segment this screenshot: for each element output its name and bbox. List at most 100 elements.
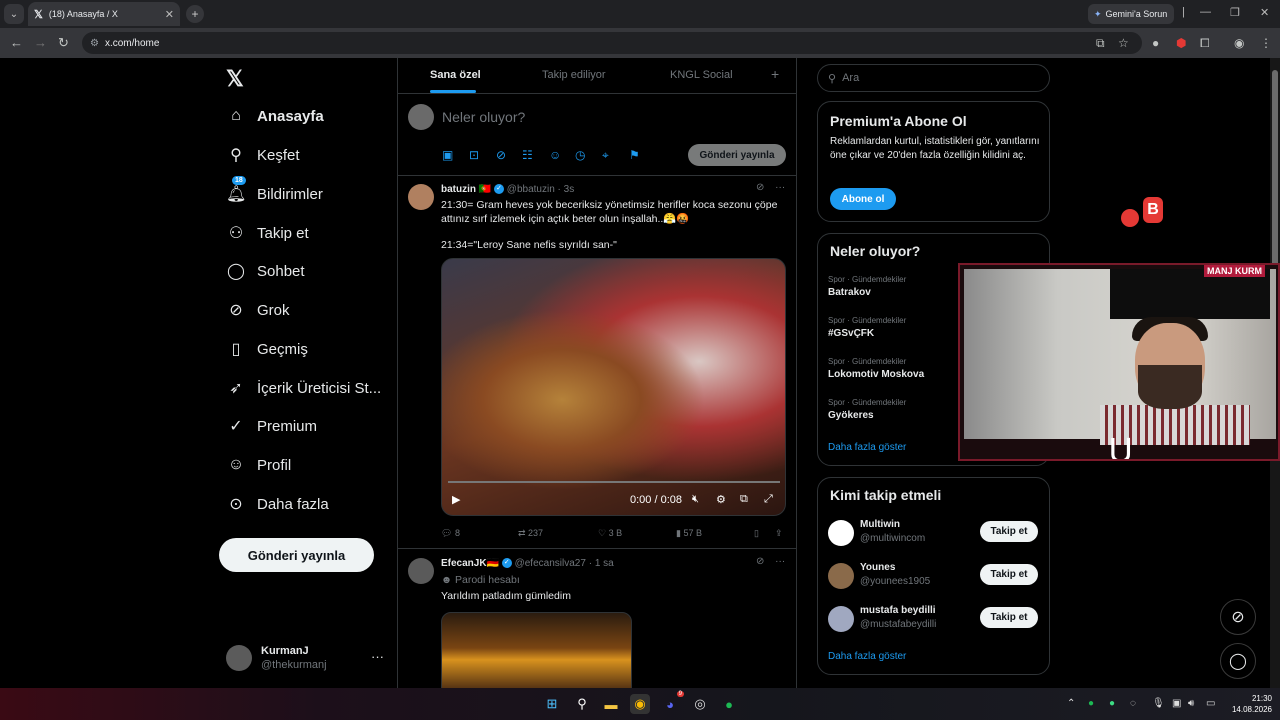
follow-avatar[interactable] — [828, 606, 854, 632]
x-logo-icon[interactable]: 𝕏 — [226, 66, 244, 92]
battery-icon[interactable]: ▭ — [1206, 698, 1215, 709]
tweet-avatar[interactable] — [408, 184, 434, 210]
forward-icon[interactable]: → — [34, 35, 47, 50]
schedule-icon[interactable]: ◷ — [575, 148, 585, 162]
grok-explain-icon[interactable]: ⊘ — [756, 556, 764, 567]
install-app-icon[interactable]: ⧉ — [1096, 36, 1105, 51]
compose-submit-button[interactable]: Gönderi yayınla — [688, 144, 786, 166]
search-input[interactable]: ⚲ Ara — [817, 64, 1050, 92]
tweet-author-handle[interactable]: @bbatuzin — [507, 184, 555, 195]
back-icon[interactable]: ← — [10, 35, 23, 50]
flag-icon[interactable]: ⚑ — [629, 148, 640, 162]
follow-name[interactable]: Multiwin — [860, 519, 900, 530]
close-tab-icon[interactable]: ✕ — [165, 8, 174, 21]
nav-grok[interactable]: ⊘ Grok — [226, 295, 289, 325]
account-switcher[interactable]: KurmanJ @thekurmanj ··· — [226, 643, 386, 673]
microphone-icon[interactable]: 🎙︎ — [1152, 698, 1165, 709]
follow-name[interactable]: Younes — [860, 562, 895, 573]
add-tab-icon[interactable]: + — [771, 66, 779, 82]
settings-icon[interactable]: ⚙ — [716, 493, 726, 506]
chrome-icon[interactable]: ◉ — [630, 694, 650, 714]
extension-icon[interactable]: ● — [1152, 36, 1159, 50]
browser-tab[interactable]: 𝕏 (18) Anasayfa / X ✕ — [28, 2, 180, 26]
subscribe-button[interactable]: Abone ol — [830, 188, 896, 210]
tab-following[interactable]: Takip ediliyor — [542, 69, 606, 81]
extensions-puzzle-icon[interactable]: ⧠ — [1200, 36, 1210, 51]
adblock-extension-icon[interactable]: ⬢ — [1176, 36, 1186, 50]
account-more-icon[interactable]: ··· — [371, 649, 384, 664]
file-explorer-icon[interactable]: ▬ — [601, 694, 621, 714]
maximize-icon[interactable]: ❐ — [1230, 6, 1240, 19]
pip-icon[interactable]: ⧉ — [740, 493, 748, 506]
taskbar-search-icon[interactable]: ⚲ — [572, 694, 592, 714]
follow-suggestion[interactable]: Multiwin @multiwincom Takip et — [828, 518, 1040, 548]
tweet-image[interactable] — [441, 612, 632, 688]
tab-kngl-social[interactable]: KNGL Social — [670, 69, 733, 81]
network-icon[interactable]: ▣ — [1172, 698, 1181, 709]
tab-search-button[interactable]: ⌄ — [4, 4, 24, 24]
repost-button[interactable]: ⇄ 237 — [518, 528, 543, 539]
tray-spotify-icon[interactable]: ● — [1088, 698, 1094, 709]
tweet-avatar[interactable] — [408, 558, 434, 584]
follow-avatar[interactable] — [828, 563, 854, 589]
messages-floating-button[interactable]: ◯ — [1220, 643, 1256, 679]
tweet-time[interactable]: 3s — [564, 184, 575, 195]
play-icon[interactable]: ▶ — [452, 493, 460, 506]
tweet-more-icon[interactable]: ··· — [775, 182, 785, 193]
nav-notifications[interactable]: 🔔︎ 18 Bildirimler — [226, 176, 323, 209]
tweet-author-handle[interactable]: @efecansilva27 — [515, 558, 586, 569]
nav-profile[interactable]: ☺ Profil — [226, 450, 291, 480]
nav-follow[interactable]: ⚇ Takip et — [226, 218, 309, 248]
tweet-time[interactable]: 1 sa — [595, 558, 614, 569]
bookmark-tweet-icon[interactable]: ▯ — [754, 528, 759, 539]
obs-icon[interactable]: ◎ — [690, 694, 710, 714]
tweet-author-name[interactable]: batuzin — [441, 184, 476, 195]
fullscreen-icon[interactable]: ⤢ — [764, 493, 773, 506]
follow-suggestion[interactable]: mustafa beydilli @mustafabeydilli Takip … — [828, 604, 1040, 634]
gemini-button[interactable]: ✦ Gemini'a Sorun — [1088, 4, 1174, 24]
bookmark-star-icon[interactable]: ☆ — [1118, 36, 1129, 50]
reply-button[interactable]: 💬︎ 8 — [441, 528, 460, 539]
follow-name[interactable]: mustafa beydilli — [860, 605, 936, 616]
location-icon[interactable]: ⌖ — [602, 148, 609, 163]
tweet[interactable]: batuzin 🇵🇹 ✓ @bbatuzin · 3s ⊘ ··· 21:30=… — [398, 176, 796, 549]
spotify-icon[interactable]: ● — [719, 694, 739, 714]
discord-icon[interactable]: ◕ 9 — [660, 691, 684, 714]
tray-steam-icon[interactable]: ◌ — [1130, 698, 1136, 709]
share-icon[interactable]: ⇪ — [775, 528, 783, 539]
grok-explain-icon[interactable]: ⊘ — [756, 182, 764, 193]
nav-premium[interactable]: ✓ Premium — [226, 411, 317, 441]
tweet-more-icon[interactable]: ··· — [775, 556, 785, 567]
trends-show-more[interactable]: Daha fazla göster — [828, 442, 906, 453]
grok-floating-button[interactable]: ⊘ — [1220, 599, 1256, 635]
poll-icon[interactable]: ☷ — [522, 148, 533, 162]
close-window-icon[interactable]: ✕ — [1260, 6, 1269, 19]
tweet-video[interactable]: ▶ 0:00 / 0:08 🔇︎ ⚙ ⧉ ⤢ — [441, 258, 786, 516]
follow-suggestion[interactable]: Younes @younees1905 Takip et — [828, 561, 1040, 591]
volume-icon[interactable]: 🔊︎ — [1188, 698, 1194, 709]
nav-chat[interactable]: ◯ Sohbet — [226, 256, 305, 286]
new-tab-button[interactable]: + — [186, 5, 204, 23]
tray-app-icon[interactable]: ● — [1109, 698, 1115, 709]
follow-button[interactable]: Takip et — [980, 607, 1038, 628]
post-button[interactable]: Gönderi yayınla — [219, 538, 374, 572]
url-field[interactable]: ⚙ x.com/home — [82, 32, 1142, 54]
tray-overflow-icon[interactable]: ⌃ — [1067, 698, 1075, 709]
nav-creator-studio[interactable]: ➶ İçerik Üreticisi St... — [226, 373, 381, 403]
image-icon[interactable]: ▣ — [442, 148, 453, 162]
nav-history[interactable]: ▯ Geçmiş — [226, 334, 308, 364]
tab-for-you[interactable]: Sana özel — [430, 69, 481, 81]
start-icon[interactable]: ⊞ — [542, 694, 562, 714]
follow-avatar[interactable] — [828, 520, 854, 546]
compose-input[interactable]: Neler oluyor? — [442, 109, 525, 125]
reload-icon[interactable]: ↻ — [58, 35, 69, 51]
gif-icon[interactable]: ⊡ — [469, 148, 479, 162]
views-button[interactable]: ▮ 57 B — [676, 528, 702, 539]
emoji-icon[interactable]: ☺ — [549, 148, 561, 162]
site-info-icon[interactable]: ⚙ — [90, 38, 99, 49]
video-progress-bar[interactable] — [448, 481, 780, 483]
profile-avatar-icon[interactable]: ◉ — [1234, 36, 1244, 50]
nav-explore[interactable]: ⚲ Keşfet — [226, 140, 299, 170]
follow-button[interactable]: Takip et — [980, 521, 1038, 542]
mute-icon[interactable]: 🔇︎ — [692, 493, 699, 506]
